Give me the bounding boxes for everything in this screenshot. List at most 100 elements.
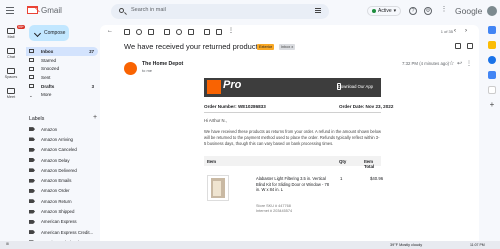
more-options-icon[interactable]: ⋮ xyxy=(466,60,472,67)
contacts-icon[interactable] xyxy=(488,71,496,79)
download-app-link[interactable]: Download Our App xyxy=(338,84,373,89)
search-bar[interactable]: Search in mail xyxy=(111,4,329,19)
label-item[interactable]: Amazon Delay xyxy=(26,155,98,165)
rail-label-meet: Meet xyxy=(6,95,16,99)
nav-count: 27 xyxy=(89,48,94,54)
label-text: Amazon Canceled xyxy=(41,147,77,153)
labels-heading: Labels xyxy=(29,116,45,122)
clock-icon xyxy=(29,66,34,71)
rail-item-chat[interactable]: Chat xyxy=(2,48,20,59)
chat-icon xyxy=(7,48,15,54)
label-tag-icon xyxy=(29,209,35,214)
os-taskbar: ⊞ 39°F Mostly cloudy 11:07 PM xyxy=(0,241,500,249)
label-text: Amazon Arriving xyxy=(41,136,73,142)
rail-item-spaces[interactable]: Spaces xyxy=(2,68,20,79)
star-icon[interactable]: ☆ xyxy=(449,60,454,67)
add-task-icon[interactable] xyxy=(188,29,194,35)
calendar-icon[interactable] xyxy=(488,26,496,34)
label-item[interactable]: Amazon Order xyxy=(26,186,98,196)
label-item[interactable]: Amazon Delivered xyxy=(26,165,98,175)
rail-label-chat: Chat xyxy=(6,55,16,59)
search-icon[interactable] xyxy=(119,8,124,13)
compose-button[interactable]: Compose xyxy=(29,25,69,41)
sender-name[interactable]: The Home Depot xyxy=(142,61,183,67)
settings-icon[interactable]: ⚙ xyxy=(424,7,432,15)
spaces-icon xyxy=(7,68,15,74)
email-subject: We have received your returned products. xyxy=(124,42,264,51)
label-text: Amazon Emails xyxy=(41,178,72,184)
label-tag-icon xyxy=(29,199,35,204)
labels-list: Amazon Amazon Arriving Amazon Canceled A… xyxy=(26,124,98,248)
tasks-icon[interactable] xyxy=(488,56,496,64)
nav-item-sent[interactable]: Sent xyxy=(26,73,98,82)
report-spam-icon[interactable] xyxy=(136,29,142,35)
newer-icon[interactable]: ‹ xyxy=(454,28,460,34)
more-options-icon[interactable]: ⋮ xyxy=(228,28,234,34)
nav-label: Sent xyxy=(41,74,51,80)
label-item[interactable]: Amazon Return xyxy=(26,196,98,206)
open-new-window-icon[interactable] xyxy=(467,43,473,49)
product-qty: 1 xyxy=(340,176,343,181)
body-paragraph: We have received these products as retur… xyxy=(204,129,381,146)
product-image[interactable] xyxy=(207,175,229,201)
status-chip[interactable]: Active ▾ xyxy=(367,6,402,16)
label-text: Amazon Delivered xyxy=(41,167,77,173)
avatar[interactable] xyxy=(487,6,497,16)
nav-item-snoozed[interactable]: Snoozed xyxy=(26,64,98,73)
product-title[interactable]: Alabaster Light Filtering 3.5 in. Vertic… xyxy=(256,176,330,193)
windows-start-icon[interactable]: ⊞ xyxy=(6,242,9,246)
apps-grid-icon[interactable]: ⋮ xyxy=(440,6,448,15)
label-item[interactable]: Amazon Shipped xyxy=(26,206,98,216)
label-tag-icon xyxy=(29,147,35,152)
label-tag-icon xyxy=(29,127,35,132)
nav-item-starred[interactable]: Starred xyxy=(26,56,98,65)
add-label-icon[interactable]: + xyxy=(93,114,97,121)
pro-brand: Pro xyxy=(223,79,242,91)
email-banner[interactable]: Pro Download Our App xyxy=(204,78,381,97)
app-name[interactable]: Gmail xyxy=(41,6,62,15)
snooze-icon[interactable] xyxy=(176,29,182,35)
delete-icon[interactable] xyxy=(148,29,154,35)
nav-item-drafts[interactable]: Drafts 3 xyxy=(26,82,98,91)
nav-count: 3 xyxy=(91,83,94,89)
label-icon[interactable] xyxy=(216,29,222,35)
sender-avatar[interactable] xyxy=(124,62,137,75)
main-menu-icon[interactable] xyxy=(6,7,14,14)
add-addon-icon[interactable]: + xyxy=(488,101,496,109)
weather-widget[interactable]: 39°F Mostly cloudy xyxy=(390,243,422,247)
reply-icon[interactable]: ↩ xyxy=(457,60,462,67)
label-item[interactable]: Amazon Canceled xyxy=(26,145,98,155)
rail-item-mail[interactable]: 99+ Mail xyxy=(2,25,25,39)
send-icon xyxy=(29,75,34,80)
move-to-icon[interactable] xyxy=(204,29,210,35)
older-icon[interactable]: › xyxy=(465,28,471,34)
label-chip-inbox[interactable]: Inbox x xyxy=(279,44,296,50)
help-icon[interactable]: ? xyxy=(409,7,417,15)
nav-item-inbox[interactable]: Inbox 27 xyxy=(26,47,98,56)
search-input[interactable]: Search in mail xyxy=(131,7,166,13)
nav-label: Starred xyxy=(41,57,57,63)
search-options-icon[interactable] xyxy=(315,8,321,14)
label-item[interactable]: Amazon xyxy=(26,124,98,134)
label-item[interactable]: American Express xyxy=(26,217,98,227)
print-icon[interactable] xyxy=(455,43,461,49)
recipient-text[interactable]: to me xyxy=(142,68,152,73)
label-item[interactable]: Amazon Arriving xyxy=(26,134,98,144)
nav-item-more[interactable]: ⌄ More xyxy=(26,90,98,99)
google-account-brand[interactable]: Google xyxy=(455,6,482,16)
rail-item-meet[interactable]: Meet xyxy=(2,88,20,99)
divider-icon xyxy=(488,86,496,94)
folder-nav: Inbox 27 Starred Snoozed Sent Drafts 3 ⌄… xyxy=(26,47,98,99)
order-number: Order Number: WE10286833 xyxy=(204,104,266,109)
back-arrow-icon[interactable]: ← xyxy=(107,28,113,34)
label-item[interactable]: Amazon Emails xyxy=(26,175,98,185)
archive-icon[interactable] xyxy=(124,29,130,35)
keep-icon[interactable] xyxy=(488,41,496,49)
clock[interactable]: 11:07 PM xyxy=(470,243,485,247)
label-tag-icon xyxy=(29,168,35,173)
gmail-logo-icon[interactable] xyxy=(27,6,38,14)
mark-unread-icon[interactable] xyxy=(164,29,170,35)
nav-label: More xyxy=(41,92,52,98)
label-chip-exterior[interactable]: Exterior xyxy=(257,44,275,50)
label-item[interactable]: American Express Credit... xyxy=(26,227,98,237)
